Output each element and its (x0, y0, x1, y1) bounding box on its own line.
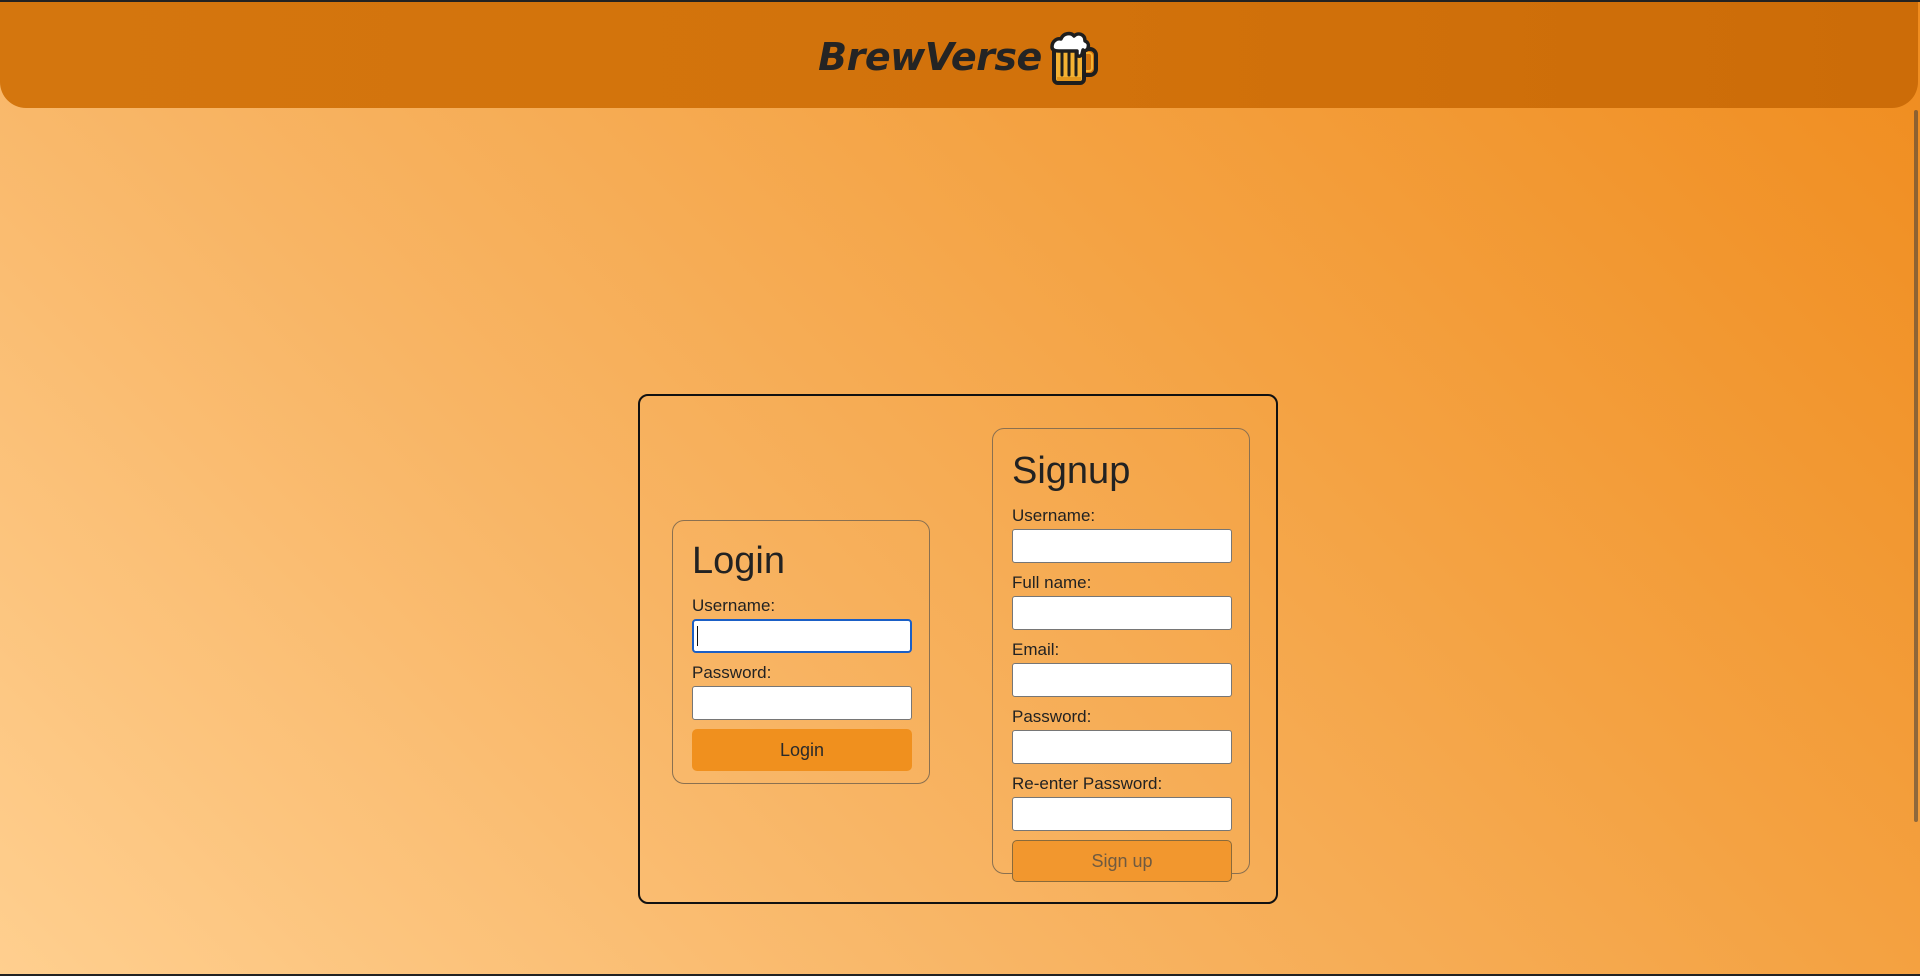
signup-username-input[interactable] (1012, 529, 1232, 563)
auth-panel: Login Username: Password: Login Signup U… (638, 394, 1278, 904)
login-card: Login Username: Password: Login (672, 520, 930, 784)
signup-card: Signup Username: Full name: Email: Passw… (992, 428, 1250, 882)
login-title: Login (692, 540, 785, 582)
brand-name[interactable]: BrewVerse (818, 35, 1042, 79)
signup-fullname-input[interactable] (1012, 596, 1232, 630)
brand[interactable]: BrewVerse (818, 27, 1100, 87)
signup-password-input[interactable] (1012, 730, 1232, 764)
login-username-wrap (692, 619, 912, 653)
signup-button[interactable]: Sign up (1012, 840, 1232, 882)
signup-email-input[interactable] (1012, 663, 1232, 697)
signup-reenter-password-label: Re-enter Password: (1012, 774, 1163, 793)
site-header: BrewVerse (0, 2, 1918, 108)
signup-username-label: Username: (1012, 506, 1096, 525)
text-caret (697, 626, 698, 646)
signup-password-label: Password: (1012, 707, 1092, 726)
scrollbar[interactable] (1914, 110, 1918, 822)
login-username-label: Username: (692, 596, 776, 615)
login-password-input[interactable] (692, 686, 912, 720)
signup-fullname-label: Full name: (1012, 573, 1092, 592)
login-username-input[interactable] (692, 619, 912, 653)
beer-mug-icon (1050, 31, 1098, 85)
signup-email-label: Email: (1012, 640, 1060, 659)
signup-form: Signup Username: Full name: Email: Passw… (1012, 449, 1232, 882)
login-button[interactable]: Login (692, 729, 912, 771)
login-form: Login Username: Password: Login (692, 539, 912, 771)
signup-reenter-password-input[interactable] (1012, 797, 1232, 831)
login-password-label: Password: (692, 663, 772, 682)
signup-title: Signup (1012, 450, 1131, 492)
